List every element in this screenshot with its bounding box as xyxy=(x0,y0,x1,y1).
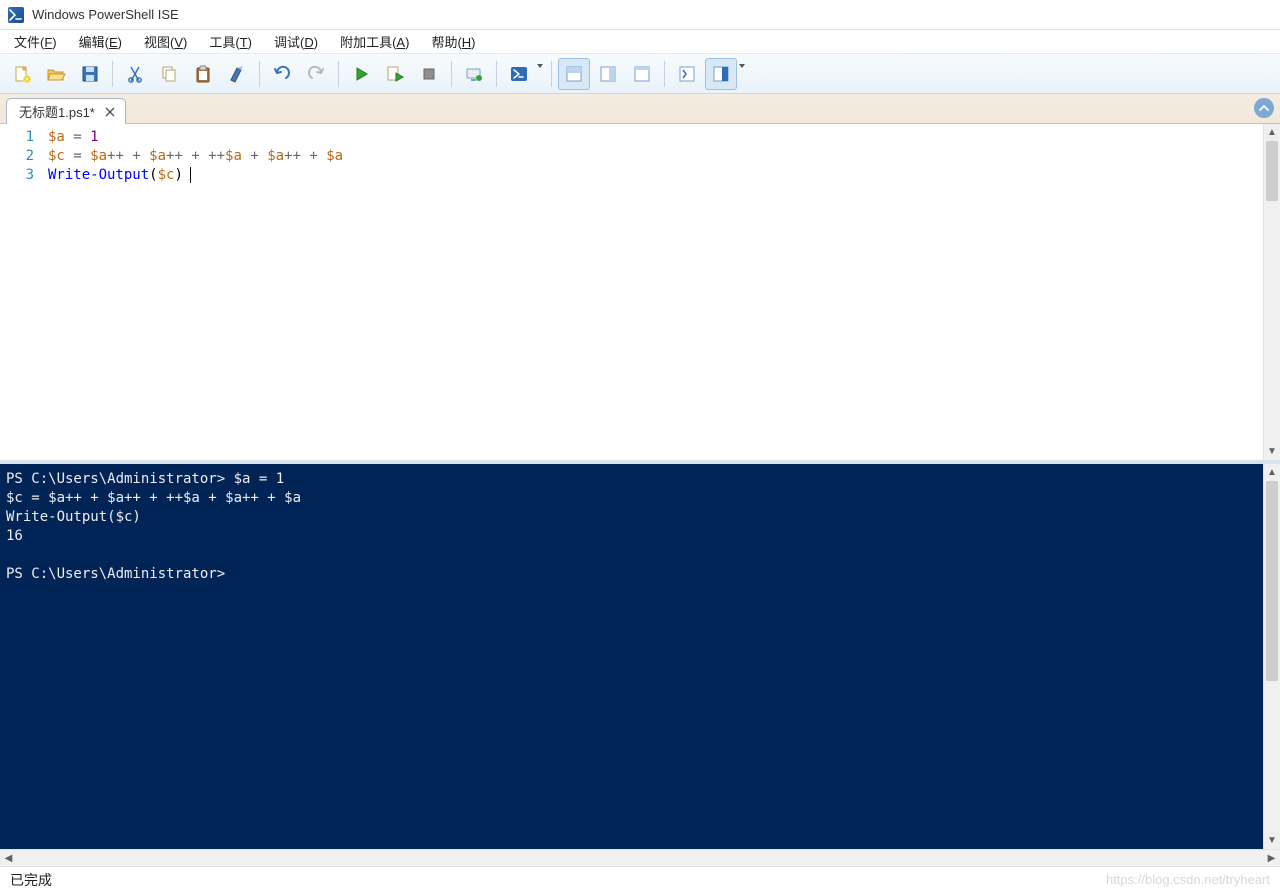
start-powershell-button[interactable] xyxy=(503,58,535,90)
layout-script-top-icon xyxy=(564,64,584,84)
command-addon-icon xyxy=(677,64,697,84)
scroll-left-button[interactable]: ◀ xyxy=(0,850,17,866)
show-command-pane-button[interactable] xyxy=(705,58,737,90)
powershell-dropdown[interactable] xyxy=(537,58,545,90)
layout-script-max-button[interactable] xyxy=(626,58,658,90)
tab-label: 无标题1.ps1* xyxy=(19,102,95,121)
chevron-up-icon xyxy=(1258,102,1270,114)
powershell-app-icon xyxy=(8,7,24,23)
script-pane: 123 $a = 1$c = $a++ + $a++ + ++$a + $a++… xyxy=(0,124,1280,464)
menu-h[interactable]: 帮助(H) xyxy=(421,29,485,54)
scroll-down-button[interactable]: ▼ xyxy=(1264,832,1280,849)
editor-vertical-scrollbar[interactable]: ▲ ▼ xyxy=(1263,124,1280,460)
toolbar-separator xyxy=(451,61,452,87)
stop-icon xyxy=(419,64,439,84)
menubar: 文件(F)编辑(E)视图(V)工具(T)调试(D)附加工具(A)帮助(H) xyxy=(0,30,1280,54)
run-icon xyxy=(351,64,371,84)
clear-button[interactable] xyxy=(221,58,253,90)
copy-icon xyxy=(159,64,179,84)
clear-icon xyxy=(227,64,247,84)
toolbar-separator xyxy=(551,61,552,87)
menu-d[interactable]: 调试(D) xyxy=(264,29,328,54)
console-pane: PS C:\Users\Administrator> $a = 1 $c = $… xyxy=(0,464,1280,849)
run-selection-button[interactable] xyxy=(379,58,411,90)
undo-icon xyxy=(272,64,292,84)
toolbar xyxy=(0,54,1280,94)
run-button[interactable] xyxy=(345,58,377,90)
console-vertical-scrollbar[interactable]: ▲ ▼ xyxy=(1263,464,1280,849)
paste-icon xyxy=(193,64,213,84)
stop-button[interactable] xyxy=(413,58,445,90)
show-command-addon-button[interactable] xyxy=(671,58,703,90)
paste-button[interactable] xyxy=(187,58,219,90)
run-selection-icon xyxy=(385,64,405,84)
close-icon xyxy=(105,107,115,117)
line-number-gutter: 123 xyxy=(0,128,48,460)
chevron-down-icon xyxy=(537,64,545,84)
scroll-thumb[interactable] xyxy=(1266,481,1278,681)
tab-strip: 无标题1.ps1* xyxy=(0,94,1280,124)
collapse-script-pane-button[interactable] xyxy=(1254,98,1274,118)
new-remote-tab-button[interactable] xyxy=(458,58,490,90)
tab-close-button[interactable] xyxy=(103,105,117,119)
scroll-right-button[interactable]: ▶ xyxy=(1263,850,1280,866)
toolbar-separator xyxy=(496,61,497,87)
window-title: Windows PowerShell ISE xyxy=(32,7,179,22)
layout-script-top-button[interactable] xyxy=(558,58,590,90)
titlebar: Windows PowerShell ISE xyxy=(0,0,1280,30)
menu-f[interactable]: 文件(F) xyxy=(4,29,67,54)
watermark-text: https://blog.csdn.net/tryheart xyxy=(1106,872,1270,887)
statusbar: 已完成 https://blog.csdn.net/tryheart xyxy=(0,866,1280,892)
new-file-button[interactable] xyxy=(6,58,38,90)
toolbar-overflow[interactable] xyxy=(739,58,747,90)
menu-e[interactable]: 编辑(E) xyxy=(69,29,132,54)
layout-script-right-icon xyxy=(598,64,618,84)
toolbar-separator xyxy=(338,61,339,87)
open-folder-icon xyxy=(46,64,66,84)
undo-button[interactable] xyxy=(266,58,298,90)
toolbar-separator xyxy=(112,61,113,87)
layout-script-max-icon xyxy=(632,64,652,84)
tab-untitled1[interactable]: 无标题1.ps1* xyxy=(6,98,126,124)
code-editor[interactable]: 123 $a = 1$c = $a++ + $a++ + ++$a + $a++… xyxy=(0,124,1263,460)
redo-button[interactable] xyxy=(300,58,332,90)
code-content[interactable]: $a = 1$c = $a++ + $a++ + ++$a + $a++ + $… xyxy=(48,128,1263,460)
save-button[interactable] xyxy=(74,58,106,90)
cut-button[interactable] xyxy=(119,58,151,90)
new-file-icon xyxy=(12,64,32,84)
powershell-icon xyxy=(509,64,529,84)
toolbar-separator xyxy=(664,61,665,87)
chevron-down-icon xyxy=(739,64,747,84)
cut-icon xyxy=(125,64,145,84)
new-remote-tab-icon xyxy=(464,64,484,84)
scroll-down-button[interactable]: ▼ xyxy=(1264,443,1280,460)
show-command-pane-icon xyxy=(711,64,731,84)
redo-icon xyxy=(306,64,326,84)
menu-t[interactable]: 工具(T) xyxy=(199,29,262,54)
status-text: 已完成 xyxy=(10,870,52,890)
layout-script-right-button[interactable] xyxy=(592,58,624,90)
toolbar-separator xyxy=(259,61,260,87)
scroll-up-button[interactable]: ▲ xyxy=(1264,124,1280,141)
menu-a[interactable]: 附加工具(A) xyxy=(330,29,419,54)
open-button[interactable] xyxy=(40,58,72,90)
menu-v[interactable]: 视图(V) xyxy=(134,29,197,54)
scroll-up-button[interactable]: ▲ xyxy=(1264,464,1280,481)
console-horizontal-scrollbar[interactable]: ◀ ▶ xyxy=(0,849,1280,866)
save-icon xyxy=(80,64,100,84)
console-output[interactable]: PS C:\Users\Administrator> $a = 1 $c = $… xyxy=(0,464,1263,849)
copy-button[interactable] xyxy=(153,58,185,90)
scroll-thumb[interactable] xyxy=(1266,141,1278,201)
